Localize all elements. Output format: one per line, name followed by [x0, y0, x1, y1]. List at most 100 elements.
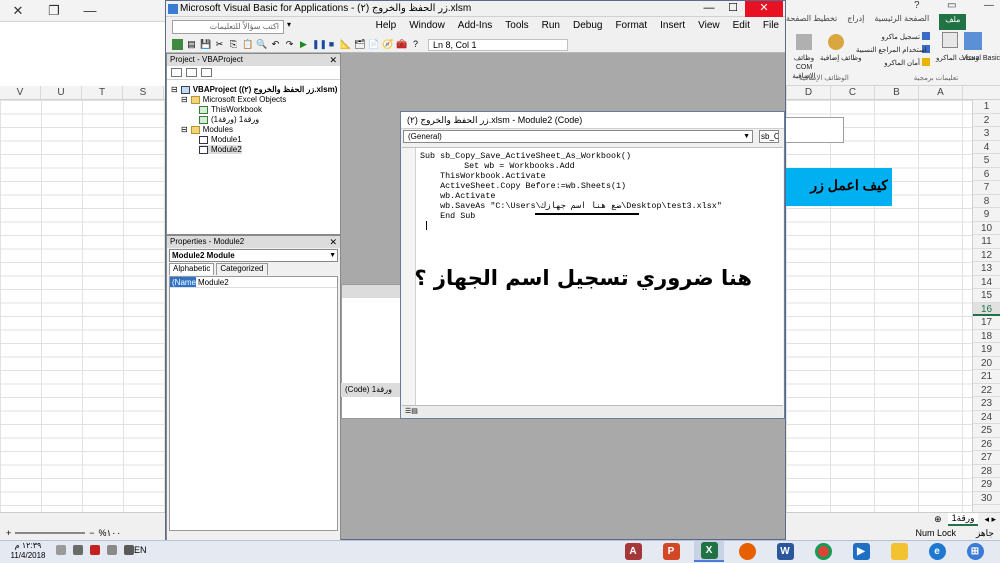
language-indicator[interactable]: EN — [134, 545, 147, 555]
menu-run[interactable]: Run — [542, 20, 560, 31]
row-header[interactable]: 10 — [973, 222, 1000, 235]
row-header[interactable]: 30 — [973, 492, 1000, 505]
row-header-selected[interactable]: 16 — [973, 302, 1000, 316]
taskbar-media[interactable]: ▶ — [846, 541, 876, 562]
taskbar-explorer[interactable] — [884, 541, 914, 562]
column-header[interactable]: A — [918, 86, 962, 99]
chevron-down-icon[interactable]: ▼ — [329, 250, 336, 261]
paste-icon[interactable]: 📋 — [242, 39, 253, 50]
properties-icon[interactable]: 📄 — [368, 39, 379, 50]
taskbar-ie[interactable]: e — [922, 541, 952, 562]
tree-excel-objects[interactable]: ⊟ Microsoft Excel Objects — [181, 95, 286, 104]
close-icon[interactable]: ✕ — [329, 236, 337, 248]
menu-help[interactable]: Help — [376, 20, 397, 31]
object-select[interactable]: (General) ▼ — [403, 130, 753, 143]
help-search-input[interactable]: اكتب سؤالاً للتعليمات — [172, 20, 284, 34]
column-header[interactable]: C — [830, 86, 874, 99]
zoom-out-icon[interactable]: − — [89, 528, 94, 538]
taskbar-chrome[interactable] — [808, 541, 838, 562]
row-header[interactable]: 6 — [973, 168, 1000, 181]
row-header[interactable]: 17 — [973, 316, 1000, 330]
property-row[interactable]: (Name) Module2 — [170, 277, 337, 288]
maximize-icon[interactable]: ☐ — [721, 1, 745, 17]
menu-file[interactable]: File — [763, 20, 779, 31]
row-header[interactable]: 12 — [973, 249, 1000, 262]
row-header[interactable]: 5 — [973, 154, 1000, 168]
row-header[interactable]: 22 — [973, 384, 1000, 397]
zoom-in-icon[interactable]: + — [6, 528, 11, 538]
sheet-tab[interactable]: ورقة1 — [947, 513, 979, 526]
tree-module2[interactable]: Module2 — [199, 145, 242, 154]
tree-modules[interactable]: ⊟ Modules — [181, 125, 233, 134]
help-icon[interactable]: ? — [410, 39, 421, 50]
redo-icon[interactable]: ↷ — [284, 39, 295, 50]
network-icon[interactable] — [107, 545, 117, 555]
code-editor[interactable]: Sub sb_Copy_Save_ActiveSheet_As_Workbook… — [402, 147, 783, 406]
tab-alphabetic[interactable]: Alphabetic — [169, 263, 215, 275]
row-header[interactable]: 24 — [973, 411, 1000, 424]
properties-object-select[interactable]: Module2 Module ▼ — [169, 249, 338, 262]
row-header[interactable]: 15 — [973, 289, 1000, 303]
action-center-icon[interactable] — [56, 545, 66, 555]
column-header[interactable]: U — [41, 86, 82, 99]
addins-icon[interactable] — [828, 34, 844, 50]
close-icon[interactable]: ✕ — [329, 54, 337, 66]
horizontal-scrollbar[interactable] — [0, 512, 165, 526]
column-header[interactable]: S — [123, 86, 164, 99]
relative-refs-button[interactable]: استخدام المراجع النسبية — [856, 46, 927, 54]
close-icon[interactable]: ✕ — [745, 1, 783, 17]
column-header[interactable]: T — [82, 86, 123, 99]
menu-view[interactable]: View — [698, 20, 720, 31]
visual-basic-icon[interactable] — [964, 32, 982, 50]
property-value[interactable]: Module2 — [196, 277, 229, 287]
tree-project[interactable]: ⊟ VBAProject (زر الحفظ والخروج (٢).xlsm) — [171, 85, 337, 94]
reset-icon[interactable]: ■ — [326, 39, 337, 50]
chevron-down-icon[interactable]: ▾ — [287, 20, 291, 29]
record-macro-button[interactable]: تسجيل ماكرو — [862, 33, 920, 41]
ribbon-options-icon[interactable]: ▭ — [947, 0, 956, 14]
tree-sheet1[interactable]: ورقة1 (ورقة1) — [199, 115, 259, 124]
row-header[interactable]: 21 — [973, 370, 1000, 384]
tab-insert[interactable]: إدراج — [847, 14, 864, 30]
row-header[interactable]: 1 — [973, 100, 1000, 114]
menu-insert[interactable]: Insert — [660, 20, 685, 31]
collapse-icon[interactable]: ⊟ — [171, 85, 178, 94]
row-header[interactable]: 9 — [973, 208, 1000, 222]
tree-thisworkbook[interactable]: ThisWorkbook — [199, 105, 262, 114]
tab-page-layout[interactable]: تخطيط الصفحة — [786, 14, 837, 30]
taskbar-word[interactable]: W — [770, 541, 800, 562]
worksheet-grid-left[interactable] — [0, 100, 165, 512]
run-icon[interactable]: ▶ — [298, 39, 309, 50]
cut-icon[interactable]: ✂ — [214, 39, 225, 50]
menu-format[interactable]: Format — [615, 20, 647, 31]
row-header[interactable]: 2 — [973, 114, 1000, 127]
add-sheet-icon[interactable]: ⊕ — [934, 514, 942, 525]
minimize-icon[interactable]: — — [72, 0, 108, 22]
addins-button[interactable]: وظائف إضافية — [820, 54, 861, 62]
menu-debug[interactable]: Debug — [573, 20, 602, 31]
row-header[interactable]: 14 — [973, 276, 1000, 289]
taskbar-excel[interactable]: X — [694, 541, 724, 562]
toolbox-icon[interactable]: 🧰 — [396, 39, 407, 50]
row-header[interactable]: 20 — [973, 357, 1000, 370]
column-header[interactable]: B — [874, 86, 918, 99]
view-object-icon[interactable] — [186, 68, 197, 77]
row-header[interactable]: 13 — [973, 262, 1000, 276]
copy-icon[interactable]: ⎘ — [228, 39, 239, 50]
sheet-nav-icon[interactable]: ◂ ▸ — [984, 514, 996, 525]
menu-window[interactable]: Window — [409, 20, 445, 31]
row-header[interactable]: 26 — [973, 438, 1000, 451]
macros-button[interactable]: وحدات الماكرو — [936, 54, 979, 63]
undo-icon[interactable]: ↶ — [270, 39, 281, 50]
view-toggle-icon[interactable]: ☰▤ — [405, 407, 418, 415]
row-header[interactable]: 7 — [973, 181, 1000, 195]
insert-module-icon[interactable]: ▤ — [186, 39, 197, 50]
row-header[interactable]: 23 — [973, 397, 1000, 411]
tab-categorized[interactable]: Categorized — [216, 263, 268, 275]
macro-security-button[interactable]: أمان الماكرو — [874, 59, 920, 67]
break-icon[interactable]: ❚❚ — [312, 39, 327, 50]
collapse-icon[interactable]: ⊟ — [181, 125, 188, 134]
object-browser-icon[interactable]: 🧭 — [382, 39, 393, 50]
row-header[interactable]: 19 — [973, 343, 1000, 357]
worksheet-grid-right[interactable] — [786, 100, 972, 512]
